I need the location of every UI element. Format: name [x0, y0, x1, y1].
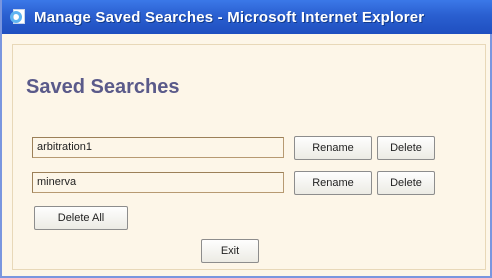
saved-search-name-field[interactable]: minerva — [32, 172, 284, 193]
delete-button[interactable]: Delete — [377, 136, 435, 160]
delete-all-button[interactable]: Delete All — [34, 206, 128, 230]
saved-search-name-field[interactable]: arbitration1 — [32, 137, 284, 158]
rename-button[interactable]: Rename — [294, 171, 372, 195]
title-bar[interactable]: Manage Saved Searches - Microsoft Intern… — [2, 0, 492, 34]
window-title: Manage Saved Searches - Microsoft Intern… — [34, 8, 425, 26]
delete-button[interactable]: Delete — [377, 171, 435, 195]
rename-button[interactable]: Rename — [294, 136, 372, 160]
ie-page-icon — [10, 8, 28, 26]
browser-window: Manage Saved Searches - Microsoft Intern… — [0, 0, 492, 278]
exit-button[interactable]: Exit — [201, 239, 259, 263]
page-title: Saved Searches — [26, 76, 180, 98]
